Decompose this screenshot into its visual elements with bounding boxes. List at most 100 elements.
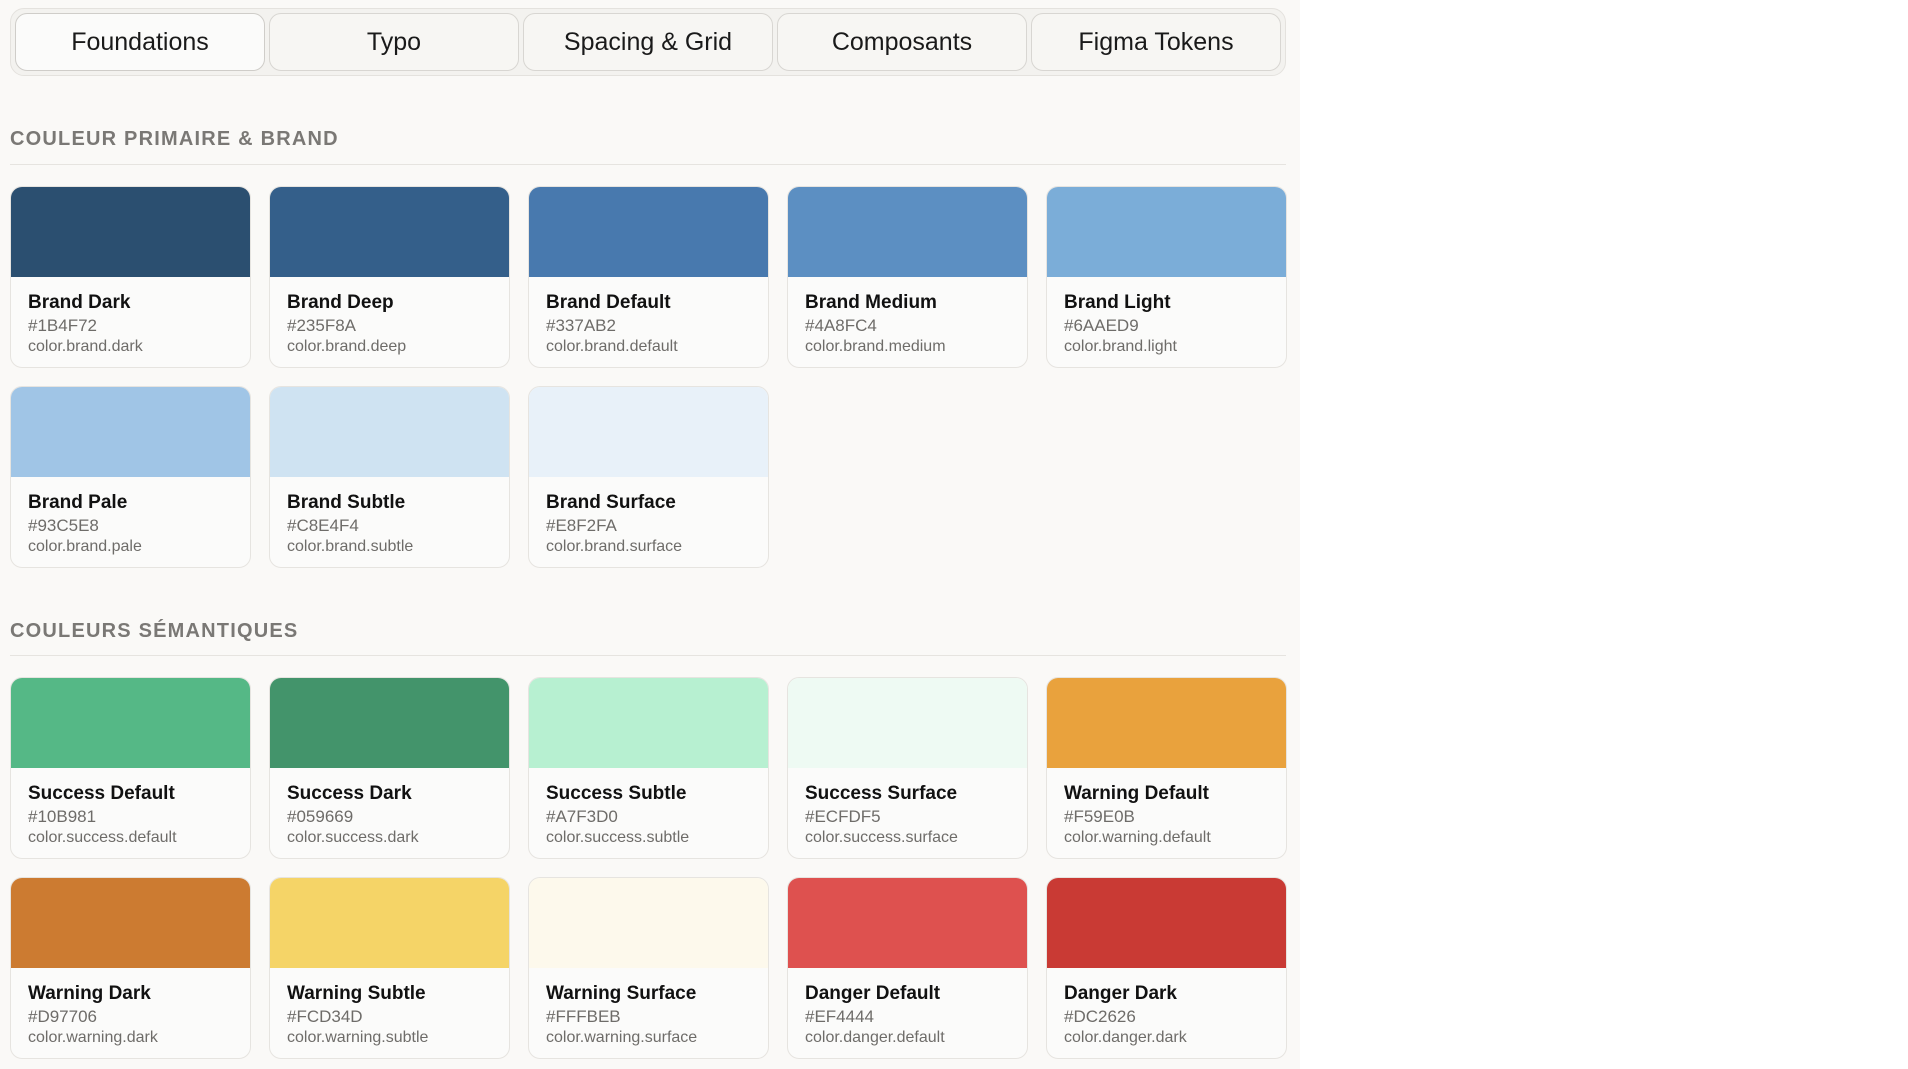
tab-foundations[interactable]: Foundations (15, 13, 265, 71)
color-swatch-info: Success Subtle #A7F3D0 color.success.subtl… (529, 768, 768, 849)
color-hex: #D97706 (28, 1007, 98, 1026)
color-swatch-preview (1047, 678, 1286, 768)
color-swatch-info: Warning Default #F59E0B color.warning.defa… (1047, 768, 1286, 849)
color-swatch-info: Danger Default #EF4444 color.danger.defaul… (788, 968, 1027, 1049)
color-swatch-preview (270, 678, 509, 768)
color-token: color.brand.light (1064, 338, 1177, 355)
color-hex: #337AB2 (546, 316, 616, 335)
color-swatch-card[interactable]: Brand Subtle #C8E4F4 color.brand.subtle (269, 386, 510, 568)
color-name: Warning Surface (546, 983, 697, 1004)
color-name: Brand Dark (28, 292, 131, 313)
color-swatch-preview (1047, 878, 1286, 968)
brand-section-title: COULEUR PRIMAIRE & BRAND (10, 128, 339, 150)
color-swatch-preview (529, 187, 768, 277)
color-swatch-info: Brand Pale #93C5E8 color.brand.pale (11, 477, 250, 558)
tab-spacing-grid[interactable]: Spacing & Grid (523, 13, 773, 71)
color-name: Brand Surface (546, 492, 676, 513)
color-swatch-preview (11, 878, 250, 968)
color-token: color.brand.pale (28, 538, 142, 555)
color-swatch-info: Warning Subtle #FCD34D color.warning.subtl… (270, 968, 509, 1049)
color-hex: #93C5E8 (28, 516, 99, 535)
color-swatch-card[interactable]: Brand Dark #1B4F72 color.brand.dark (10, 186, 251, 368)
color-swatch-preview (11, 187, 250, 277)
color-swatch-info: Brand Subtle #C8E4F4 color.brand.subtle (270, 477, 509, 558)
color-token: color.brand.deep (287, 338, 407, 355)
color-token: color.warning.surface (546, 1029, 698, 1046)
color-token: color.success.default (28, 829, 177, 846)
color-hex: #059669 (287, 807, 354, 826)
color-swatch-card[interactable]: Warning Subtle #FCD34D color.warning.subtl… (269, 877, 510, 1059)
color-swatch-preview (270, 187, 509, 277)
color-swatch-preview (788, 187, 1027, 277)
color-swatch-card[interactable]: Brand Surface #E8F2FA color.brand.surface (528, 386, 769, 568)
color-swatch-info: Brand Dark #1B4F72 color.brand.dark (11, 277, 250, 358)
color-swatch-card[interactable]: Warning Dark #D97706 color.warning.dark (10, 877, 251, 1059)
semantic-divider (10, 655, 1286, 656)
color-swatch-info: Danger Dark #DC2626 color.danger.dark (1047, 968, 1286, 1049)
color-hex: #F59E0B (1064, 807, 1135, 826)
color-token: color.success.subtle (546, 829, 690, 846)
color-token: color.danger.default (805, 1029, 945, 1046)
tab-composants[interactable]: Composants (777, 13, 1027, 71)
color-hex: #DC2626 (1064, 1007, 1136, 1026)
color-swatch-card[interactable]: Brand Light #6AAED9 color.brand.light (1046, 186, 1287, 368)
color-swatch-card[interactable]: Brand Default #337AB2 color.brand.default (528, 186, 769, 368)
color-swatch-card[interactable]: Danger Dark #DC2626 color.danger.dark (1046, 877, 1287, 1059)
color-swatch-preview (529, 878, 768, 968)
brand-swatch-grid: Brand Dark #1B4F72 color.brand.dark Brand D… (10, 186, 1287, 568)
color-name: Success Default (28, 783, 175, 804)
color-swatch-card[interactable]: Brand Medium #4A8FC4 color.brand.medium (787, 186, 1028, 368)
color-name: Danger Dark (1064, 983, 1177, 1004)
color-name: Brand Pale (28, 492, 128, 513)
color-hex: #C8E4F4 (287, 516, 359, 535)
color-hex: #FCD34D (287, 1007, 363, 1026)
color-hex: #6AAED9 (1064, 316, 1139, 335)
color-swatch-card[interactable]: Brand Deep #235F8A color.brand.deep (269, 186, 510, 368)
color-swatch-preview (11, 678, 250, 768)
tab-typo[interactable]: Typo (269, 13, 519, 71)
color-swatch-preview (1047, 187, 1286, 277)
color-name: Warning Dark (28, 983, 151, 1004)
color-token: color.brand.subtle (287, 538, 414, 555)
color-name: Warning Subtle (287, 983, 426, 1004)
color-token: color.brand.surface (546, 538, 683, 555)
color-hex: #FFFBEB (546, 1007, 621, 1026)
color-hex: #ECFDF5 (805, 807, 881, 826)
color-swatch-info: Warning Surface #FFFBEB color.warning.surf… (529, 968, 768, 1049)
color-hex: #A7F3D0 (546, 807, 618, 826)
color-swatch-card[interactable]: Success Subtle #A7F3D0 color.success.subtl… (528, 677, 769, 859)
color-swatch-preview (270, 387, 509, 477)
color-hex: #235F8A (287, 316, 356, 335)
semantic-section-title: COULEURS SÉMANTIQUES (10, 620, 299, 642)
color-swatch-info: Success Dark #059669 color.success.dark (270, 768, 509, 849)
color-swatch-card[interactable]: Warning Surface #FFFBEB color.warning.surf… (528, 877, 769, 1059)
foundations-panel: Foundations Typo Spacing & Grid Composan… (0, 0, 1300, 1069)
brand-divider (10, 164, 1286, 165)
color-token: color.warning.subtle (287, 1029, 429, 1046)
color-swatch-info: Brand Default #337AB2 color.brand.default (529, 277, 768, 358)
color-hex: #10B981 (28, 807, 97, 826)
color-name: Brand Medium (805, 292, 937, 313)
color-token: color.brand.dark (28, 338, 143, 355)
color-swatch-preview (788, 878, 1027, 968)
color-name: Brand Deep (287, 292, 394, 313)
color-swatch-card[interactable]: Danger Default #EF4444 color.danger.defaul… (787, 877, 1028, 1059)
color-hex: #4A8FC4 (805, 316, 877, 335)
color-hex: #E8F2FA (546, 516, 617, 535)
color-swatch-card[interactable]: Brand Pale #93C5E8 color.brand.pale (10, 386, 251, 568)
color-token: color.danger.dark (1064, 1029, 1187, 1046)
tab-figma-tokens[interactable]: Figma Tokens (1031, 13, 1281, 71)
color-swatch-card[interactable]: Success Default #10B981 color.success.defa… (10, 677, 251, 859)
color-hex: #EF4444 (805, 1007, 874, 1026)
color-name: Warning Default (1064, 783, 1209, 804)
color-swatch-card[interactable]: Success Surface #ECFDF5 color.success.surf… (787, 677, 1028, 859)
color-swatch-card[interactable]: Warning Default #F59E0B color.warning.defa… (1046, 677, 1287, 859)
tab-bar: Foundations Typo Spacing & Grid Composan… (10, 8, 1286, 76)
color-token: color.brand.default (546, 338, 678, 355)
color-swatch-info: Brand Deep #235F8A color.brand.deep (270, 277, 509, 358)
color-swatch-card[interactable]: Success Dark #059669 color.success.dark (269, 677, 510, 859)
color-token: color.success.surface (805, 829, 958, 846)
color-swatch-info: Brand Light #6AAED9 color.brand.light (1047, 277, 1286, 358)
color-swatch-preview (270, 878, 509, 968)
color-swatch-preview (11, 387, 250, 477)
